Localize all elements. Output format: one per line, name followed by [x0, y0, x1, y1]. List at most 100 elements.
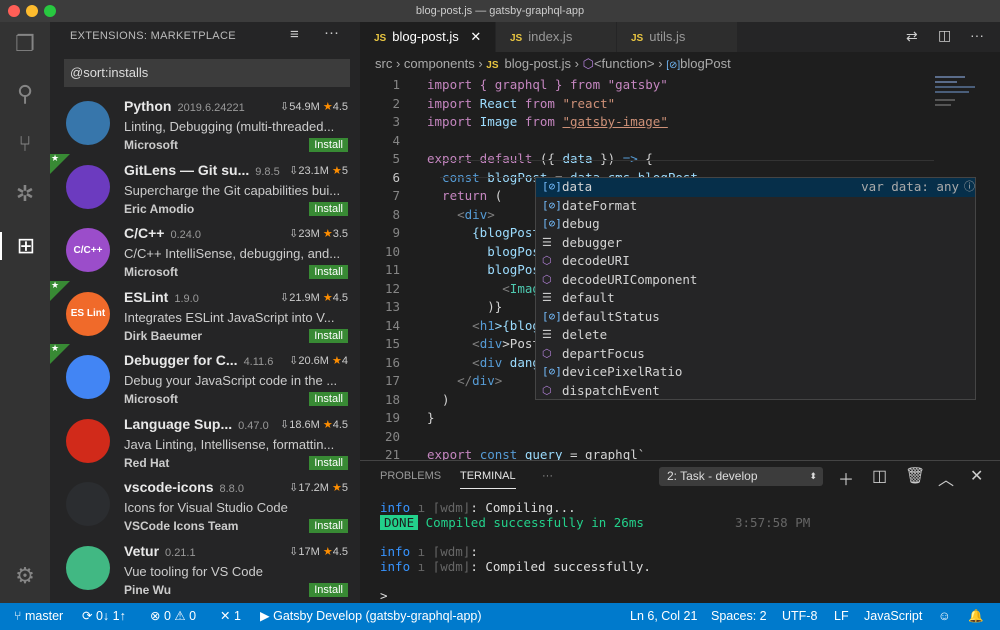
star-icon: ★ [319, 545, 333, 558]
language-mode[interactable]: JavaScript [864, 603, 922, 630]
task-status[interactable]: ▶ Gatsby Develop (gatsby-graphql-app) [260, 603, 482, 630]
suggestion-item[interactable]: ⬡ decodeURI [536, 252, 975, 271]
install-button[interactable]: Install [309, 455, 348, 470]
clear-icon[interactable]: ≡ [290, 26, 299, 43]
extension-item[interactable]: Python 2019.6.24221 ⇩54.9M ★4.5 Linting, De… [50, 92, 360, 156]
close-window-button[interactable] [8, 5, 20, 17]
variable-icon: [⊘] [542, 309, 562, 323]
suggestion-item[interactable]: ☰ debugger [536, 234, 975, 253]
split-terminal-icon[interactable]: ◫ [872, 466, 887, 486]
problems-status[interactable]: ⊗ 0 ⚠ 0 [150, 603, 196, 630]
extension-title: vscode-icons [124, 479, 214, 495]
download-icon: ⇩ [279, 291, 290, 304]
extension-version: 0.24.0 [170, 229, 202, 241]
tab-index-js[interactable]: JS index.js [496, 22, 616, 52]
install-button[interactable]: Install [309, 265, 348, 279]
tab-utils-js[interactable]: JS utils.js [617, 22, 737, 52]
sync-status[interactable]: ⟳ 0↓ 1↑ [82, 603, 126, 630]
terminal-line: info ı ⌈wdm⌋: Compiling... [380, 500, 576, 515]
install-button[interactable]: Install [309, 582, 348, 597]
bell-icon[interactable]: 🔔 [968, 603, 984, 630]
rating: 4 [341, 355, 348, 367]
maximize-panel-icon[interactable]: ︿ [938, 466, 954, 490]
suggestion-item[interactable]: ⬡ dispatchEvent [536, 382, 975, 401]
close-panel-icon[interactable]: ✕ [970, 466, 983, 486]
breadcrumb-item[interactable]: components [404, 56, 475, 71]
install-button[interactable]: Install [309, 138, 348, 152]
install-button[interactable]: Install [309, 328, 348, 343]
suggestion-item[interactable]: ⬡ decodeURIComponent [536, 271, 975, 290]
compare-changes-icon[interactable]: ⇄ [906, 28, 918, 45]
suggestion-item[interactable]: [⊘] dateFormat [536, 197, 975, 216]
breadcrumb-item[interactable]: blogPost [680, 56, 731, 71]
extension-version: 2019.6.24221 [177, 102, 245, 114]
extensions-search-input[interactable] [64, 59, 350, 87]
split-editor-icon[interactable]: ◫ [938, 27, 951, 44]
install-button[interactable]: Install [309, 392, 348, 406]
extension-version: 9.8.5 [255, 165, 280, 178]
code-token: "react" [562, 95, 616, 111]
suggestion-label: defaultStatus [562, 308, 660, 324]
close-tab-icon[interactable]: ✕ [467, 29, 481, 44]
suggestion-item[interactable]: ☰ default [536, 289, 975, 308]
debug-icon[interactable]: ✲ [11, 180, 39, 208]
download-count: 23M [298, 228, 320, 240]
eol[interactable]: LF [834, 603, 849, 630]
extension-title: Debugger for C... [124, 352, 238, 368]
install-button[interactable]: Install [309, 201, 348, 216]
extensions-icon[interactable]: ⊞ [0, 232, 50, 260]
info-icon[interactable]: ⓘ [964, 178, 975, 197]
extension-item[interactable]: vscode-icons 8.8.0 ⇩17.2M ★5 Icons for Visu… [50, 473, 360, 537]
branch-status[interactable]: ⑂ master [14, 603, 63, 630]
extension-name: vscode-icons 8.8.0 [124, 479, 244, 495]
new-terminal-icon[interactable]: ＋ [838, 466, 854, 490]
files-icon[interactable]: ❐ [11, 30, 39, 58]
extension-item[interactable]: C/C++ C/C++ 0.24.0 ⇩23M ★3.5 C/C++ IntelliSe… [50, 219, 360, 283]
suggestion-label: delete [562, 327, 608, 342]
minimize-window-button[interactable] [26, 5, 38, 17]
suggestion-label: data [562, 179, 593, 194]
extension-title: Python [124, 98, 172, 114]
code-line: blogPos [427, 243, 540, 262]
indentation[interactable]: Spaces: 2 [711, 603, 767, 630]
gear-icon[interactable]: ⚙ [11, 562, 39, 590]
breadcrumb-item[interactable]: src [375, 56, 392, 71]
more-tabs-button[interactable]: ··· [542, 470, 553, 482]
more-actions-icon[interactable]: ··· [324, 24, 339, 41]
suggestion-item[interactable]: ☰ delete [536, 326, 975, 345]
rating: 4.5 [332, 545, 348, 558]
breadcrumb-item[interactable]: blog-post.js [505, 56, 571, 71]
trash-icon[interactable]: 🗑 [905, 466, 925, 486]
terminal-select[interactable]: 2: Task - develop ⬍ [659, 467, 823, 486]
extension-item[interactable]: ★ Debugger for C... 4.11.6 ⇩20.6M ★4 Debug y… [50, 343, 360, 410]
suggestion-item[interactable]: [⊘] defaultStatus [536, 308, 975, 327]
extension-stats: ⇩17.2M ★5 [289, 481, 348, 494]
install-button[interactable]: Install [309, 519, 348, 533]
extension-item[interactable]: ★ ES Lint ESLint 1.9.0 ⇩21.9M ★4.5 Integrates… [50, 280, 360, 347]
tab-blog-post-js[interactable]: JS blog-post.js ✕ [360, 22, 495, 52]
tools-status[interactable]: ✕ 1 [220, 603, 241, 630]
encoding[interactable]: UTF-8 [782, 603, 817, 630]
more-actions-icon[interactable]: ··· [970, 27, 984, 43]
suggestion-label: departFocus [562, 345, 645, 361]
extension-item[interactable]: ★ GitLens — Git su... 9.8.5 ⇩23.1M ★5 Superc… [50, 153, 360, 220]
tab-problems[interactable]: PROBLEMS [380, 470, 441, 482]
source-control-icon[interactable]: ⑂ [11, 130, 39, 158]
sidebar-title: EXTENSIONS: MARKETPLACE [70, 30, 236, 42]
tab-terminal[interactable]: TERMINAL [460, 470, 516, 489]
maximize-window-button[interactable] [44, 5, 56, 17]
extension-item[interactable]: Language Sup... 0.47.0 ⇩18.6M ★4.5 Java Lin… [50, 410, 360, 474]
breadcrumb-item[interactable]: <function> [594, 56, 655, 71]
suggestion-item[interactable]: [⊘] data var data: any ⓘ [536, 178, 975, 197]
code-token: > [494, 373, 503, 388]
terminal-prompt[interactable]: > [380, 588, 388, 603]
extension-item[interactable]: Vetur 0.21.1 ⇩17M ★4.5 Vue tooling for VS C… [50, 537, 360, 601]
suggestion-item[interactable]: [⊘] debug [536, 215, 975, 234]
suggestion-item[interactable]: [⊘] devicePixelRatio [536, 363, 975, 382]
terminal-line: info ı ⌈wdm⌋: Compiled successfully. [380, 559, 651, 574]
minimap[interactable] [935, 70, 995, 130]
feedback-icon[interactable]: ☺ [938, 603, 951, 630]
suggestion-item[interactable]: ⬡ departFocus [536, 345, 975, 364]
cursor-position[interactable]: Ln 6, Col 21 [630, 603, 697, 630]
search-icon[interactable]: ⚲ [11, 80, 39, 108]
